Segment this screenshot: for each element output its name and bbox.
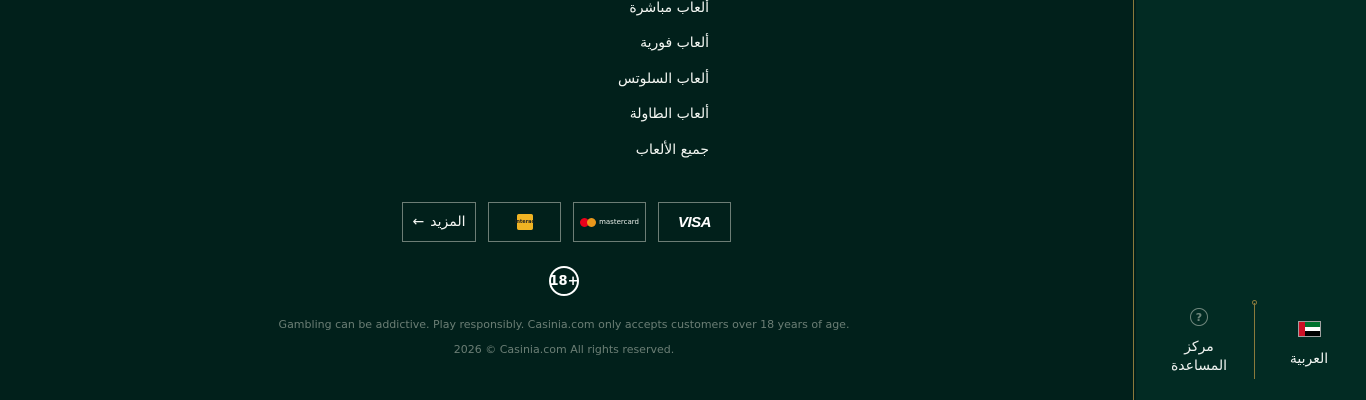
visa-logo: VISA — [677, 213, 712, 231]
link-table-games[interactable]: ألعاب الطاولة — [630, 106, 709, 122]
mastercard-badge: mastercard — [573, 202, 646, 242]
sidebar-divider — [1254, 303, 1255, 379]
help-center-button[interactable]: ? مركز المساعدة — [1160, 308, 1238, 376]
help-center-label: مركز المساعدة — [1170, 339, 1228, 374]
gold-divider — [1133, 0, 1134, 400]
visa-badge: VISA — [658, 202, 731, 242]
language-label: العربية — [1289, 351, 1329, 367]
footer-main: ألعاب مباشرة ألعاب فورية ألعاب السلوتس أ… — [0, 0, 1130, 400]
link-live-games[interactable]: ألعاب مباشرة — [629, 0, 709, 16]
copyright: 2026 © Casinia.com All rights reserved. — [453, 343, 675, 356]
mastercard-text: mastercard — [599, 218, 639, 226]
mastercard-logo: mastercard — [580, 217, 639, 227]
uae-flag-icon — [1297, 321, 1321, 337]
interac-badge: Interac — [488, 202, 561, 242]
mastercard-orange-circle — [587, 217, 597, 227]
link-instant-games[interactable]: ألعاب فورية — [640, 35, 709, 51]
link-slots-games[interactable]: ألعاب السلوتس — [618, 71, 709, 87]
arrow-left-icon: ← — [412, 214, 425, 230]
gambling-disclaimer: Gambling can be addictive. Play responsi… — [278, 318, 850, 331]
question-mark-icon: ? — [1190, 308, 1208, 326]
interac-icon: Interac — [515, 214, 535, 230]
link-all-games[interactable]: جميع الألعاب — [636, 142, 709, 158]
more-payments-button[interactable]: ← المزيد — [402, 202, 476, 242]
more-label: المزيد — [430, 214, 466, 230]
age-restriction-badge: 18+ — [549, 266, 579, 296]
language-selector[interactable]: العربية — [1280, 321, 1338, 367]
